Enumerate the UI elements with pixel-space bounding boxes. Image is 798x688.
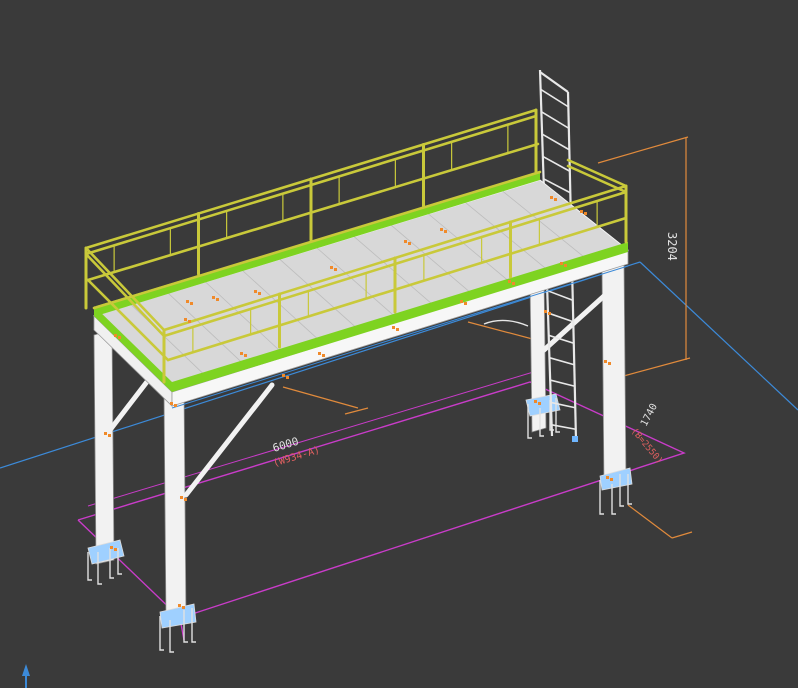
bolt-marker bbox=[464, 302, 467, 305]
bolt-marker bbox=[396, 328, 399, 331]
bolt-marker bbox=[286, 376, 289, 379]
ladder-rung bbox=[549, 379, 575, 388]
bolt-marker bbox=[108, 434, 111, 437]
bolt-marker bbox=[190, 302, 193, 305]
bolt-marker bbox=[444, 230, 447, 233]
ladder-rung bbox=[549, 356, 575, 366]
ladder-rung bbox=[546, 289, 574, 301]
ladder-rung bbox=[551, 424, 576, 431]
bolt-marker bbox=[608, 362, 611, 365]
ladder-rung bbox=[547, 312, 574, 323]
bolt-marker bbox=[170, 402, 173, 405]
bolt-marker bbox=[186, 300, 189, 303]
bolt-marker bbox=[548, 312, 551, 315]
base-plate-4 bbox=[599, 467, 633, 515]
bolt-marker bbox=[282, 374, 285, 377]
cad-3d-viewport[interactable]: 3204 6000 (W934-A) 1740 (B=2550) bbox=[0, 0, 798, 688]
width-dimension-label: 1740 bbox=[639, 402, 660, 428]
bolt-marker bbox=[604, 360, 607, 363]
bolt-marker bbox=[244, 354, 247, 357]
bolt-marker bbox=[330, 266, 333, 269]
bolt-marker bbox=[254, 290, 257, 293]
bolt-marker bbox=[240, 352, 243, 355]
bolt-marker bbox=[334, 268, 337, 271]
bolt-marker bbox=[610, 478, 613, 481]
bolt-marker bbox=[460, 300, 463, 303]
bolt-marker bbox=[508, 280, 511, 283]
bolt-marker bbox=[104, 432, 107, 435]
bolt-marker bbox=[512, 282, 515, 285]
bolt-marker bbox=[544, 310, 547, 313]
ladder-rung bbox=[541, 133, 570, 151]
bolt-marker bbox=[440, 228, 443, 231]
bolt-marker bbox=[114, 334, 117, 337]
bolt-marker bbox=[538, 402, 541, 405]
height-dimension-label: 3204 bbox=[665, 232, 679, 261]
bolt-marker bbox=[110, 546, 113, 549]
bolt-marker bbox=[584, 212, 587, 215]
handrail-ladder-side bbox=[566, 158, 628, 194]
ladder-rung bbox=[540, 110, 570, 129]
bolt-marker bbox=[564, 264, 567, 267]
bolt-marker bbox=[180, 496, 183, 499]
bolt-marker bbox=[318, 352, 321, 355]
bolt-marker bbox=[182, 606, 185, 609]
bolt-marker bbox=[580, 210, 583, 213]
ladder-rung bbox=[542, 155, 571, 172]
bolt-marker bbox=[174, 404, 177, 407]
bolt-marker bbox=[404, 240, 407, 243]
ucs-axis-icon bbox=[22, 664, 30, 688]
base-plate-2 bbox=[159, 603, 197, 653]
bolt-marker bbox=[178, 604, 181, 607]
bolt-marker bbox=[188, 320, 191, 323]
bolt-marker bbox=[392, 326, 395, 329]
bolt-marker bbox=[322, 354, 325, 357]
platform-model-drawing: 3204 6000 (W934-A) 1740 (B=2550) bbox=[0, 69, 798, 688]
bolt-marker bbox=[550, 196, 553, 199]
bolt-marker bbox=[118, 336, 121, 339]
bolt-marker bbox=[408, 242, 411, 245]
bolt-marker bbox=[554, 198, 557, 201]
bolt-marker bbox=[216, 298, 219, 301]
bolt-marker bbox=[560, 262, 563, 265]
bolt-marker bbox=[212, 296, 215, 299]
bolt-marker bbox=[258, 292, 261, 295]
bolt-marker bbox=[114, 548, 117, 551]
bolt-marker bbox=[184, 498, 187, 501]
width-dimension-note: (B=2550) bbox=[629, 427, 665, 467]
bolt-marker bbox=[606, 476, 609, 479]
bolt-marker bbox=[184, 318, 187, 321]
bolt-marker bbox=[534, 400, 537, 403]
ladder-rung bbox=[539, 88, 569, 108]
